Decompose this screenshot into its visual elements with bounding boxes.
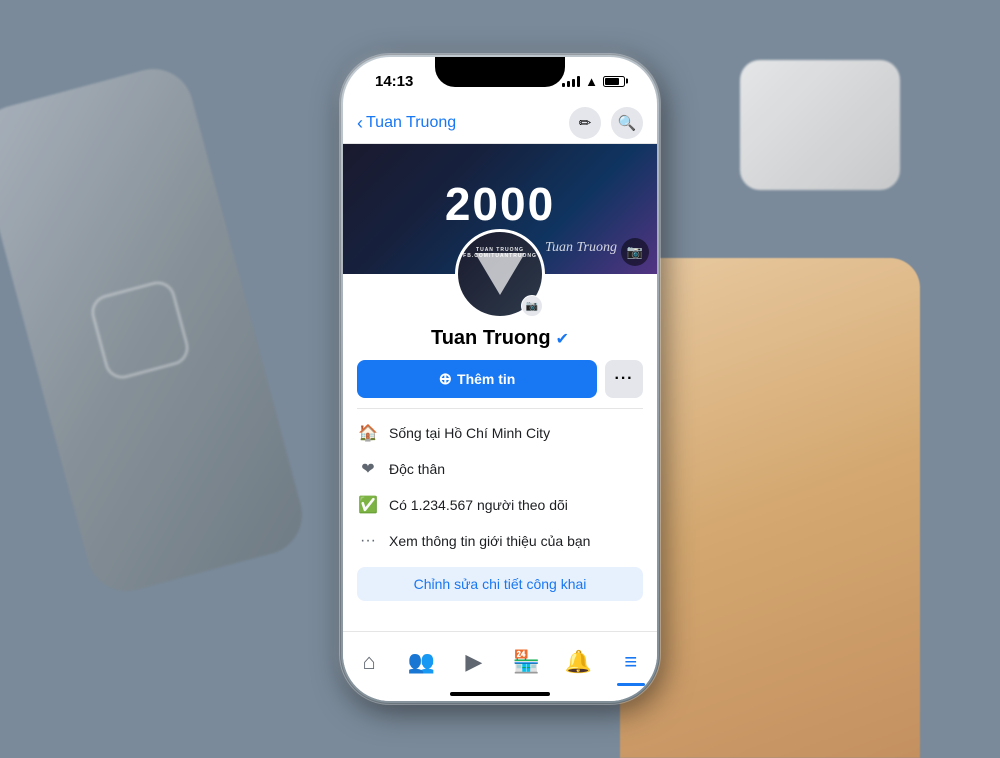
profile-name: Tuan Truong bbox=[431, 327, 551, 350]
search-icon: 🔍 bbox=[618, 114, 637, 132]
nav-friends-button[interactable]: 👥 bbox=[399, 640, 443, 684]
plus-icon: ⊕ bbox=[439, 369, 452, 389]
avatar-text: TUAN TRUONGFB.COM/TUANTRUONG bbox=[463, 247, 537, 259]
status-time: 14:13 bbox=[365, 73, 413, 90]
marketplace-nav-icon: 🏪 bbox=[512, 649, 539, 675]
nav-home-button[interactable]: ⌂ bbox=[347, 640, 391, 684]
bell-nav-icon: 🔔 bbox=[565, 649, 592, 675]
scene: 14:13 ▲ ‹ Tuan Truong bbox=[0, 0, 1000, 758]
back-arrow-icon: ‹ bbox=[357, 113, 363, 134]
watch-nav-icon: ▶ bbox=[465, 649, 482, 675]
menu-nav-icon: ≡ bbox=[624, 649, 637, 675]
followers-row: ✅ Có 1.234.567 người theo dõi bbox=[357, 487, 643, 523]
bg-iphone-left bbox=[0, 60, 311, 600]
check-badge-icon: ✅ bbox=[357, 494, 379, 516]
more-info-text: Xem thông tin giới thiệu của bạn bbox=[389, 533, 590, 549]
nav-marketplace-button[interactable]: 🏪 bbox=[504, 640, 548, 684]
cover-number: 2000 bbox=[445, 181, 555, 227]
profile-section: TUAN TRUONGFB.COM/TUANTRUONG 📷 Tuan Truo… bbox=[343, 229, 657, 617]
nav-bar: ‹ Tuan Truong ✏ 🔍 bbox=[343, 101, 657, 144]
action-row: ⊕ Thêm tin ··· bbox=[357, 360, 643, 408]
wifi-icon: ▲ bbox=[585, 74, 598, 89]
followers-text: Có 1.234.567 người theo dõi bbox=[389, 497, 568, 513]
avatar-camera-button[interactable]: 📷 bbox=[521, 295, 543, 317]
edit-public-label: Chỉnh sửa chi tiết công khai bbox=[414, 576, 587, 592]
location-text: Sống tại Hồ Chí Minh City bbox=[389, 425, 550, 441]
avatar-container: TUAN TRUONGFB.COM/TUANTRUONG 📷 bbox=[455, 229, 545, 319]
friends-nav-icon: 👥 bbox=[408, 649, 435, 675]
battery-icon bbox=[603, 76, 625, 87]
cover-name-script: Tuan Truong bbox=[545, 240, 617, 256]
more-info-row: ··· Xem thông tin giới thiệu của bạn bbox=[357, 523, 643, 559]
notch bbox=[435, 57, 565, 87]
heart-icon: ❤ bbox=[357, 458, 379, 480]
info-section: 🏠 Sống tại Hồ Chí Minh City ❤ Độc thân ✅… bbox=[357, 408, 643, 617]
home-indicator bbox=[450, 692, 550, 696]
nav-back-button[interactable]: ‹ Tuan Truong bbox=[357, 113, 569, 134]
home-location-icon: 🏠 bbox=[357, 422, 379, 444]
bg-airpods bbox=[740, 60, 900, 190]
add-info-label: Thêm tin bbox=[457, 371, 515, 387]
hand bbox=[620, 258, 920, 758]
nav-notifications-button[interactable]: 🔔 bbox=[556, 640, 600, 684]
location-row: 🏠 Sống tại Hồ Chí Minh City bbox=[357, 415, 643, 451]
nav-back-label: Tuan Truong bbox=[366, 114, 456, 132]
more-options-button[interactable]: ··· bbox=[605, 360, 643, 398]
edit-public-button[interactable]: Chỉnh sửa chi tiết công khai bbox=[357, 567, 643, 601]
bottom-nav: ⌂ 👥 ▶ 🏪 🔔 ≡ bbox=[343, 631, 657, 701]
dots-icon: ··· bbox=[357, 530, 379, 552]
add-info-button[interactable]: ⊕ Thêm tin bbox=[357, 360, 597, 398]
verified-badge-icon: ✔ bbox=[556, 329, 569, 349]
relationship-text: Độc thân bbox=[389, 461, 445, 477]
profile-name-row: Tuan Truong ✔ bbox=[357, 327, 643, 360]
nav-action-icons: ✏ 🔍 bbox=[569, 107, 643, 139]
home-nav-icon: ⌂ bbox=[363, 649, 376, 675]
cover-camera-button[interactable]: 📷 bbox=[621, 238, 649, 266]
phone-wrapper: 14:13 ▲ ‹ Tuan Truong bbox=[340, 54, 660, 704]
avatar-triangle bbox=[475, 253, 525, 295]
relationship-row: ❤ Độc thân bbox=[357, 451, 643, 487]
more-dots-icon: ··· bbox=[615, 370, 634, 388]
phone-outer: 14:13 ▲ ‹ Tuan Truong bbox=[340, 54, 660, 704]
cover-big-number: 2000 Tuan Truong bbox=[445, 191, 555, 227]
status-icons: ▲ bbox=[562, 74, 635, 89]
camera-icon: 📷 bbox=[627, 244, 643, 260]
nav-menu-button[interactable]: ≡ bbox=[609, 640, 653, 684]
edit-icon: ✏ bbox=[579, 114, 592, 132]
nav-watch-button[interactable]: ▶ bbox=[452, 640, 496, 684]
edit-button[interactable]: ✏ bbox=[569, 107, 601, 139]
avatar-camera-icon: 📷 bbox=[526, 301, 538, 312]
signal-icon bbox=[562, 75, 580, 87]
search-button[interactable]: 🔍 bbox=[611, 107, 643, 139]
phone-screen: 14:13 ▲ ‹ Tuan Truong bbox=[343, 57, 657, 701]
